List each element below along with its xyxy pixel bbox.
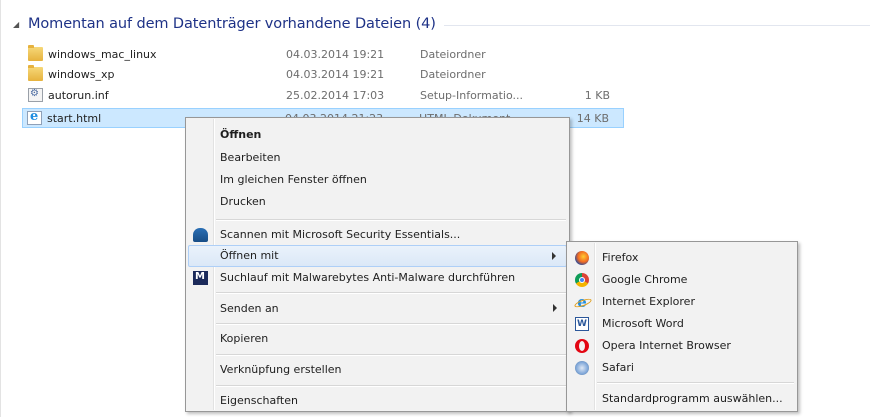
submenu-item-opera[interactable]: Opera Internet Browser	[569, 335, 795, 357]
submenu-item-label: Firefox	[602, 251, 639, 264]
file-row[interactable]: windows_mac_linux 04.03.2014 19:21 Datei…	[24, 45, 624, 64]
opera-icon	[575, 339, 589, 353]
file-row[interactable]: windows_xp 04.03.2014 19:21 Dateiordner	[24, 65, 624, 84]
submenu-item-label: Safari	[602, 361, 634, 374]
file-date: 04.03.2014 19:21	[286, 48, 385, 61]
file-type: Setup-Informatio...	[420, 89, 523, 102]
menu-item-open-with[interactable]: Öffnen mit	[188, 245, 567, 267]
menu-item-print[interactable]: Drucken	[188, 191, 567, 213]
submenu-item-label: Internet Explorer	[602, 295, 695, 308]
submenu-item-internet-explorer[interactable]: e Internet Explorer	[569, 291, 795, 313]
menu-item-label: Scannen mit Microsoft Security Essential…	[220, 228, 461, 241]
internet-explorer-icon: e	[575, 295, 589, 310]
group-title: Momentan auf dem Datenträger vorhandene …	[28, 16, 436, 32]
menu-item-label: Verknüpfung erstellen	[220, 363, 342, 376]
menu-separator	[216, 323, 566, 325]
menu-item-open[interactable]: Öffnen	[188, 124, 567, 146]
menu-item-label: Eigenschaften	[220, 394, 298, 407]
folder-icon	[28, 65, 43, 81]
menu-item-label: Kopieren	[220, 332, 269, 345]
submenu-item-label: Microsoft Word	[602, 317, 684, 330]
context-menu: Öffnen Bearbeiten Im gleichen Fenster öf…	[185, 117, 570, 412]
menu-separator	[216, 354, 566, 356]
menu-item-label: Senden an	[220, 302, 279, 315]
menu-item-label: Öffnen mit	[220, 249, 279, 262]
menu-item-label: Im gleichen Fenster öffnen	[220, 173, 367, 186]
file-date: 04.03.2014 19:21	[286, 68, 385, 81]
menu-item-scan-mse[interactable]: Scannen mit Microsoft Security Essential…	[188, 224, 567, 246]
chrome-icon	[575, 273, 589, 287]
submenu-item-label: Opera Internet Browser	[602, 339, 731, 352]
menu-item-label: Drucken	[220, 195, 266, 208]
menu-item-properties[interactable]: Eigenschaften	[188, 390, 567, 412]
submenu-item-chrome[interactable]: Google Chrome	[569, 269, 795, 291]
file-name: windows_mac_linux	[48, 48, 157, 61]
file-size: 14 KB	[576, 112, 609, 125]
file-name: windows_xp	[48, 68, 115, 81]
submenu-arrow-icon	[553, 304, 557, 312]
security-essentials-icon	[193, 228, 208, 242]
malwarebytes-icon	[193, 271, 208, 285]
folder-icon	[28, 45, 43, 61]
submenu-item-word[interactable]: W Microsoft Word	[569, 313, 795, 335]
file-date: 25.02.2014 17:03	[286, 89, 385, 102]
file-name: autorun.inf	[48, 89, 109, 102]
menu-item-create-shortcut[interactable]: Verknüpfung erstellen	[188, 359, 567, 381]
group-divider	[443, 24, 870, 26]
safari-icon	[575, 361, 589, 375]
menu-item-copy[interactable]: Kopieren	[188, 328, 567, 350]
file-type: Dateiordner	[420, 68, 486, 81]
menu-item-open-same-window[interactable]: Im gleichen Fenster öffnen	[188, 169, 567, 191]
submenu-item-label: Google Chrome	[602, 273, 688, 286]
submenu-item-label: Standardprogramm auswählen...	[602, 392, 783, 405]
menu-separator	[216, 385, 566, 387]
submenu-item-firefox[interactable]: Firefox	[569, 247, 795, 269]
collapse-triangle-icon[interactable]: ◢	[13, 20, 22, 29]
submenu-arrow-icon	[552, 252, 556, 260]
open-with-submenu: Firefox Google Chrome e Internet Explore…	[566, 241, 798, 412]
file-name: start.html	[47, 112, 102, 125]
submenu-item-safari[interactable]: Safari	[569, 357, 795, 379]
menu-separator	[216, 292, 566, 294]
file-row[interactable]: autorun.inf 25.02.2014 17:03 Setup-Infor…	[24, 86, 624, 105]
window-left-border	[0, 0, 1, 417]
file-size: 1 KB	[584, 89, 610, 102]
menu-item-send-to[interactable]: Senden an	[188, 298, 567, 320]
file-type: Dateiordner	[420, 48, 486, 61]
menu-item-scan-mbam[interactable]: Suchlauf mit Malwarebytes Anti-Malware d…	[188, 267, 567, 289]
html-document-icon	[27, 109, 42, 125]
menu-item-label: Bearbeiten	[220, 151, 281, 164]
setup-info-icon	[28, 88, 43, 102]
menu-separator	[216, 219, 566, 221]
word-icon: W	[575, 317, 589, 331]
file-group-header[interactable]: ◢ Momentan auf dem Datenträger vorhanden…	[13, 14, 870, 34]
submenu-item-choose-default[interactable]: Standardprogramm auswählen...	[569, 388, 795, 410]
firefox-icon	[575, 251, 589, 265]
menu-separator	[597, 382, 794, 384]
menu-item-label: Öffnen	[220, 128, 262, 141]
menu-item-edit[interactable]: Bearbeiten	[188, 147, 567, 169]
menu-item-label: Suchlauf mit Malwarebytes Anti-Malware d…	[220, 271, 516, 284]
